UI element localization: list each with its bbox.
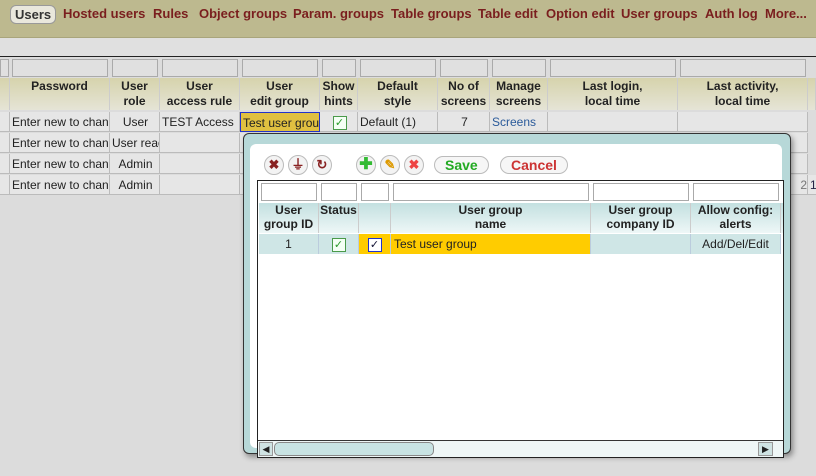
cell-company-id xyxy=(591,234,691,254)
cancel-button[interactable]: Cancel xyxy=(500,156,568,174)
column-header[interactable] xyxy=(781,203,783,233)
nav-option-edit[interactable]: Option edit xyxy=(546,6,615,21)
nav-rules[interactable]: Rules xyxy=(153,6,188,21)
nav-more[interactable]: More... xyxy=(765,6,807,21)
column-filter-input[interactable] xyxy=(361,183,389,201)
cell-password: Enter new to change xyxy=(10,154,110,174)
cell: 1 xyxy=(808,175,816,195)
cell-role: User read xyxy=(110,133,160,153)
column-filter-input[interactable] xyxy=(360,59,436,77)
cell-manage[interactable]: Screens xyxy=(490,112,548,132)
cell-password: Enter new to change xyxy=(10,133,110,153)
column-header[interactable]: Manage screens xyxy=(490,78,548,110)
column-header[interactable]: User edit group xyxy=(240,78,320,110)
edit-icon[interactable]: ✎ xyxy=(380,155,400,175)
column-filter-input[interactable] xyxy=(550,59,676,77)
cell-role: Admin xyxy=(110,154,160,174)
scrollbar-thumb[interactable] xyxy=(274,442,434,456)
add-icon[interactable]: ✚ xyxy=(356,155,376,175)
nav-object-groups[interactable]: Object groups xyxy=(199,6,287,21)
column-filter-input[interactable] xyxy=(242,59,318,77)
column-header[interactable]: User group name xyxy=(391,203,591,233)
cell-style: Default (1) xyxy=(358,112,438,132)
nav-user-groups[interactable]: User groups xyxy=(621,6,698,21)
column-header[interactable]: User group ID xyxy=(259,203,319,233)
column-header[interactable]: Last login, local time xyxy=(548,78,678,110)
nav-users[interactable]: Users xyxy=(10,5,57,24)
cell-access xyxy=(160,154,240,174)
refresh-icon[interactable]: ↻ xyxy=(312,155,332,175)
column-filter-input[interactable] xyxy=(593,183,689,201)
nav-table-groups[interactable]: Table groups xyxy=(391,6,472,21)
row-cell xyxy=(548,112,678,132)
column-header xyxy=(0,78,10,110)
cell-access xyxy=(160,133,240,153)
column-filter-input[interactable] xyxy=(322,59,356,77)
row-cell xyxy=(0,175,10,195)
column-filter-input[interactable] xyxy=(440,59,488,77)
column-header[interactable]: Allow config: alerts xyxy=(691,203,781,233)
nav-param-groups[interactable]: Param. groups xyxy=(293,6,384,21)
cell-access xyxy=(160,175,240,195)
close-icon[interactable]: ✖ xyxy=(264,155,284,175)
horizontal-scrollbar[interactable]: ◀ ▶ xyxy=(258,440,783,457)
cell-access: TEST Access xyxy=(160,112,240,132)
column-header xyxy=(808,78,816,110)
cell-name[interactable]: Test user group xyxy=(391,234,591,254)
cell-password: Enter new to change xyxy=(10,175,110,195)
column-header[interactable]: User role xyxy=(110,78,160,110)
cell-status[interactable]: ✓ xyxy=(319,234,359,254)
column-header[interactable]: Last activity, local time xyxy=(678,78,808,110)
row-cell xyxy=(0,112,10,132)
clear-filter-icon[interactable]: ⏚ xyxy=(288,155,308,175)
column-filter-input[interactable] xyxy=(261,183,317,201)
column-filter-input[interactable] xyxy=(12,59,108,77)
column-filter-input[interactable] xyxy=(112,59,158,77)
filter-input[interactable] xyxy=(0,59,9,77)
nav-hosted-users[interactable]: Hosted users xyxy=(63,6,145,21)
user-group-popup: ✖ ⏚ ↻ ✚ ✎ ✖ Save Cancel User group ID Sta… xyxy=(243,133,791,458)
row-cell xyxy=(0,154,10,174)
row-checkbox-checked[interactable]: ✓ xyxy=(367,237,382,252)
column-filter-input[interactable] xyxy=(162,59,238,77)
scroll-right-icon[interactable]: ▶ xyxy=(758,442,773,456)
column-header[interactable]: Show hints xyxy=(320,78,358,110)
cell-screens: 7 xyxy=(438,112,490,132)
delete-icon[interactable]: ✖ xyxy=(404,155,424,175)
column-header[interactable]: Status xyxy=(319,203,359,233)
column-filter-input[interactable] xyxy=(783,183,784,201)
column-filter-input[interactable] xyxy=(393,183,589,201)
row-cell xyxy=(678,112,808,132)
sub-band xyxy=(0,38,816,56)
cell-id: 1 xyxy=(259,234,319,254)
column-filter-input[interactable] xyxy=(680,59,806,77)
cell-hints[interactable]: ✓ xyxy=(320,112,358,132)
column-header[interactable]: No of screens xyxy=(438,78,490,110)
column-header[interactable] xyxy=(359,203,391,233)
cell-alerts: Add/Del/Edit xyxy=(691,234,781,254)
cell-edit-group[interactable]: Test user group xyxy=(240,112,320,132)
column-header[interactable]: Default style xyxy=(358,78,438,110)
nav-auth-log[interactable]: Auth log xyxy=(705,6,758,21)
checkbox-checked-icon[interactable]: ✓ xyxy=(332,115,347,130)
column-header[interactable]: User access rule xyxy=(160,78,240,110)
column-header[interactable]: User group company ID xyxy=(591,203,691,233)
column-filter-input[interactable] xyxy=(492,59,546,77)
scroll-left-icon[interactable]: ◀ xyxy=(259,442,273,456)
user-groups-grid: User group ID Status User group name User g… xyxy=(257,180,784,458)
status-checked-icon[interactable]: ✓ xyxy=(331,237,346,252)
cell-role: Admin xyxy=(110,175,160,195)
popup-panel: ✖ ⏚ ↻ ✚ ✎ ✖ Save Cancel User group ID Sta… xyxy=(250,144,784,458)
cell-password: Enter new to change xyxy=(10,112,110,132)
column-filter-input[interactable] xyxy=(321,183,357,201)
row-cell xyxy=(0,133,10,153)
column-filter-input[interactable] xyxy=(693,183,779,201)
save-button[interactable]: Save xyxy=(434,156,489,174)
column-header[interactable]: Password xyxy=(10,78,110,110)
top-nav: Users Hosted users Rules Object groups P… xyxy=(0,0,816,38)
cell-role: User xyxy=(110,112,160,132)
cell-select[interactable]: ✓ xyxy=(359,234,391,254)
nav-table-edit[interactable]: Table edit xyxy=(478,6,538,21)
